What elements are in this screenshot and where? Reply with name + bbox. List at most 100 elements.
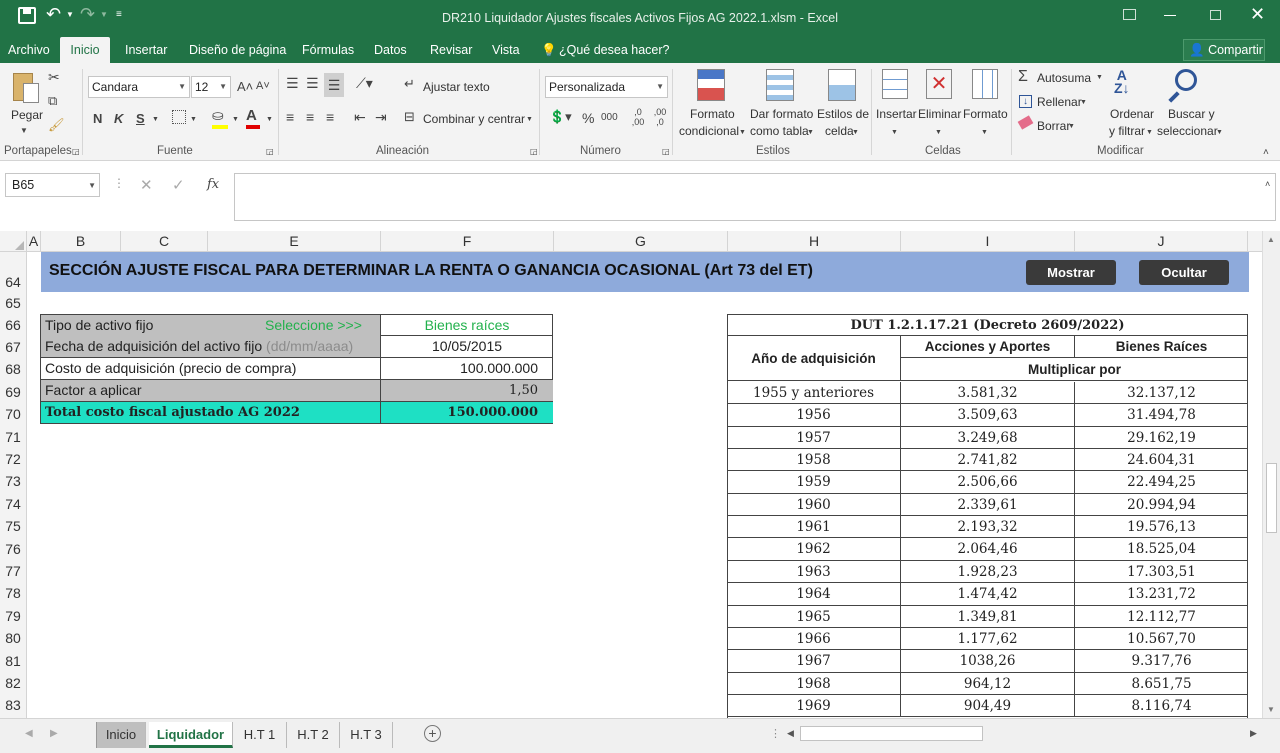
fill-button[interactable]: Rellenar <box>1037 95 1082 109</box>
name-box[interactable]: B65 ▼ <box>5 173 100 197</box>
paste-dropdown-icon[interactable]: ▼ <box>20 126 28 135</box>
bold-button[interactable]: N <box>93 111 102 126</box>
autosum-button[interactable]: Autosuma <box>1037 71 1091 85</box>
dialog-launcher-icon[interactable]: ◲ <box>662 147 670 156</box>
percent-button[interactable]: % <box>582 110 594 126</box>
align-top-icon[interactable]: ☰ <box>286 75 299 92</box>
format-cells-icon[interactable] <box>972 69 998 99</box>
row-header[interactable]: 70 <box>0 406 26 422</box>
thousands-separator-button[interactable]: 000 <box>601 112 618 123</box>
col-header-e[interactable]: E <box>208 231 381 252</box>
merge-center-icon[interactable]: ⊟ <box>404 109 415 125</box>
add-sheet-icon[interactable]: + <box>424 725 441 742</box>
row-header[interactable]: 77 <box>0 563 26 579</box>
wrap-text-icon[interactable]: ↵ <box>404 76 415 92</box>
row-header[interactable]: 82 <box>0 675 26 691</box>
merge-center-button[interactable]: Combinar y centrar <box>423 112 525 126</box>
row-header[interactable]: 64 <box>0 274 26 290</box>
sort-filter-icon[interactable]: A Z↓ <box>1114 68 1130 95</box>
increase-indent-icon[interactable]: ⇥ <box>375 109 387 126</box>
sheet-tab-ht2[interactable]: H.T 2 <box>287 722 340 748</box>
row-header[interactable]: 72 <box>0 451 26 467</box>
sheet-tab-ht1[interactable]: H.T 1 <box>233 722 287 748</box>
cell-styles-button[interactable]: Estilos de <box>817 107 869 121</box>
conditional-format-icon[interactable] <box>697 69 725 101</box>
tab-archivo[interactable]: Archivo <box>8 37 50 63</box>
borders-dropdown-icon[interactable]: ▼ <box>190 116 197 123</box>
hscroll-left-icon[interactable]: ◀ <box>787 728 794 739</box>
scroll-up-icon[interactable]: ▲ <box>1267 235 1275 244</box>
cancel-icon[interactable]: ✕ <box>140 176 153 194</box>
insert-function-icon[interactable]: fx <box>207 177 219 192</box>
number-format-select[interactable]: Personalizada ▼ <box>545 76 668 98</box>
col-header-f[interactable]: F <box>381 231 554 252</box>
col-header-a[interactable]: A <box>27 231 41 252</box>
col-header-h[interactable]: H <box>728 231 901 252</box>
tab-splitter-icon[interactable]: ⋮ <box>770 727 781 740</box>
orientation-icon[interactable]: ⟋▾ <box>356 75 373 92</box>
select-all-corner[interactable] <box>15 241 24 250</box>
expand-formula-icon[interactable]: ˄ <box>1265 179 1270 189</box>
merge-dropdown-icon[interactable]: ▼ <box>526 116 533 123</box>
underline-dropdown-icon[interactable]: ▼ <box>152 116 159 123</box>
tab-formulas[interactable]: Fórmulas <box>302 37 354 63</box>
tab-vista[interactable]: Vista <box>492 37 520 63</box>
row-header[interactable]: 67 <box>0 339 26 355</box>
paste-button[interactable]: Pegar <box>11 108 43 122</box>
autosum-icon[interactable]: Σ <box>1018 68 1028 86</box>
row-header[interactable]: 76 <box>0 541 26 557</box>
format-table-button[interactable]: Dar formato <box>750 107 813 121</box>
tab-inicio[interactable]: Inicio <box>60 37 110 63</box>
align-right-icon[interactable]: ≡ <box>326 109 334 125</box>
underline-button[interactable]: S <box>136 111 145 126</box>
dialog-launcher-icon[interactable]: ◲ <box>72 147 80 156</box>
hscroll-thumb[interactable] <box>800 726 983 741</box>
worksheet-grid[interactable]: SECCIÓN AJUSTE FISCAL PARA DETERMINAR LA… <box>27 252 1262 718</box>
col-header-c[interactable]: C <box>121 231 208 252</box>
row-header[interactable]: 75 <box>0 518 26 534</box>
asset-type-select[interactable]: Bienes raíces <box>381 315 553 336</box>
align-bottom-icon[interactable]: ☰ <box>324 73 344 97</box>
cut-icon[interactable]: ✂ <box>48 69 60 86</box>
find-select-button[interactable]: Buscar y <box>1168 107 1215 121</box>
clear-dropdown-icon[interactable]: ▼ <box>1068 123 1075 130</box>
row-header[interactable]: 69 <box>0 384 26 400</box>
row-header[interactable]: 66 <box>0 317 26 333</box>
format-painter-icon[interactable]: 🖌 <box>48 117 65 133</box>
tab-datos[interactable]: Datos <box>374 37 407 63</box>
row-header[interactable]: 83 <box>0 697 26 713</box>
eraser-icon[interactable] <box>1017 115 1034 130</box>
grow-font-icon[interactable]: A˄ <box>237 79 253 94</box>
acquisition-date-input[interactable]: 10/05/2015 <box>381 336 553 357</box>
insert-cells-button[interactable]: Insertar <box>876 107 917 121</box>
delete-cells-button[interactable]: Eliminar <box>918 107 961 121</box>
row-header[interactable]: 80 <box>0 630 26 646</box>
tab-revisar[interactable]: Revisar <box>430 37 472 63</box>
enter-icon[interactable]: ✓ <box>172 176 185 194</box>
row-header[interactable]: 78 <box>0 585 26 601</box>
font-color-dropdown-icon[interactable]: ▼ <box>266 116 273 123</box>
conditional-format-button[interactable]: Formato <box>690 107 735 121</box>
copy-icon[interactable]: ⧉ <box>48 93 57 109</box>
tab-diseno-pagina[interactable]: Diseño de página <box>189 37 286 63</box>
wrap-text-button[interactable]: Ajustar texto <box>423 80 490 94</box>
scroll-down-icon[interactable]: ▼ <box>1267 705 1275 714</box>
scroll-thumb[interactable] <box>1266 463 1277 533</box>
fill-color-icon[interactable]: ⛀ <box>212 107 228 129</box>
shrink-font-icon[interactable]: A˅ <box>256 80 270 92</box>
sort-filter-button[interactable]: Ordenar <box>1110 107 1154 121</box>
formula-input[interactable] <box>234 173 1276 221</box>
fill-dropdown-icon[interactable]: ▼ <box>1080 99 1087 106</box>
clear-button[interactable]: Borrar <box>1037 119 1070 133</box>
align-center-icon[interactable]: ≡ <box>306 109 314 125</box>
col-header-b[interactable]: B <box>41 231 121 252</box>
row-header[interactable]: 73 <box>0 473 26 489</box>
next-sheet-icon[interactable]: ▶ <box>50 728 58 739</box>
row-header[interactable]: 65 <box>0 295 26 311</box>
cell-styles-icon[interactable] <box>828 69 856 101</box>
share-button[interactable]: 👤 Compartir <box>1183 39 1265 61</box>
col-header-j[interactable]: J <box>1075 231 1248 252</box>
delete-cells-icon[interactable]: ✕ <box>926 69 952 99</box>
row-header[interactable]: 79 <box>0 608 26 624</box>
restore-icon[interactable] <box>1210 10 1221 20</box>
